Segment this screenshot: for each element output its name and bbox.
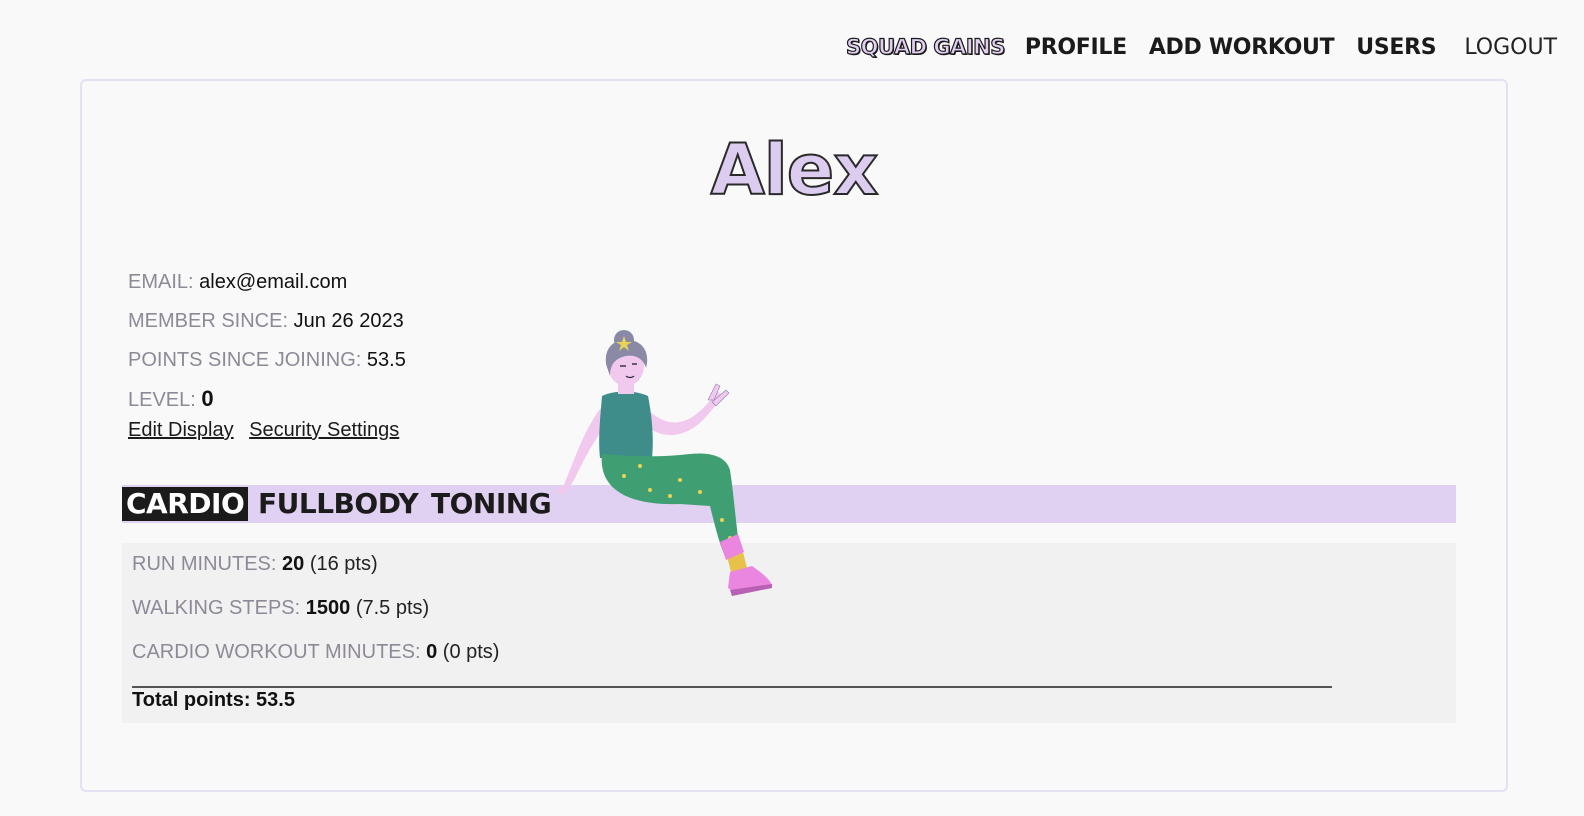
level-value: 0 (201, 386, 214, 411)
stat-value: 1500 (305, 597, 351, 619)
level-row: LEVEL: 0 (128, 384, 406, 423)
sitting-woman-illustration-icon (540, 320, 800, 610)
profile-info: EMAIL: alex@email.com MEMBER SINCE: Jun … (128, 267, 406, 423)
tab-fullbody[interactable]: FULLBODY (258, 485, 419, 523)
email-row: EMAIL: alex@email.com (128, 267, 406, 306)
total-divider (132, 686, 1332, 688)
edit-display-link[interactable]: Edit Display (128, 419, 234, 441)
stat-label: WALKING STEPS: (132, 597, 301, 619)
profile-links: Edit Display Security Settings (128, 419, 409, 442)
stat-row: RUN MINUTES: 20 (16 pts) (132, 549, 378, 579)
level-label: LEVEL: (128, 389, 196, 411)
stat-label: RUN MINUTES: (132, 553, 277, 575)
email-label: EMAIL: (128, 271, 194, 293)
stat-points: (0 pts) (442, 641, 500, 663)
points-row: POINTS SINCE JOINING: 53.5 (128, 345, 406, 384)
points-value: 53.5 (366, 349, 406, 371)
email-value: alex@email.com (199, 271, 348, 293)
points-label: POINTS SINCE JOINING: (128, 349, 362, 371)
total-points: Total points: 53.5 (132, 689, 295, 711)
nav-profile-link[interactable]: PROFILE (1025, 35, 1127, 60)
tab-cardio[interactable]: CARDIO (122, 487, 249, 521)
nav-users-link[interactable]: USERS (1356, 35, 1436, 60)
stat-points: (7.5 pts) (355, 597, 430, 619)
stat-row: CARDIO WORKOUT MINUTES: 0 (0 pts) (132, 637, 499, 667)
stat-row: WALKING STEPS: 1500 (7.5 pts) (132, 593, 429, 623)
tab-toning[interactable]: TONING (431, 485, 552, 523)
stat-label: CARDIO WORKOUT MINUTES: (132, 641, 421, 663)
nav-add-workout-link[interactable]: ADD WORKOUT (1149, 35, 1335, 60)
brand-logo-link[interactable]: SQUAD GAINS (845, 34, 1006, 59)
security-settings-link[interactable]: Security Settings (249, 419, 399, 441)
stat-value: 0 (426, 641, 438, 663)
member-since-value: Jun 26 2023 (293, 310, 404, 332)
stat-value: 20 (282, 553, 305, 575)
profile-name-heading: Alex (710, 128, 880, 212)
nav-logout-link[interactable]: LOGOUT (1464, 35, 1557, 60)
stat-points: (16 pts) (309, 553, 378, 575)
member-since-label: MEMBER SINCE: (128, 310, 289, 332)
member-since-row: MEMBER SINCE: Jun 26 2023 (128, 306, 406, 345)
top-nav: SQUAD GAINS PROFILE ADD WORKOUT USERS LO… (845, 30, 1557, 64)
